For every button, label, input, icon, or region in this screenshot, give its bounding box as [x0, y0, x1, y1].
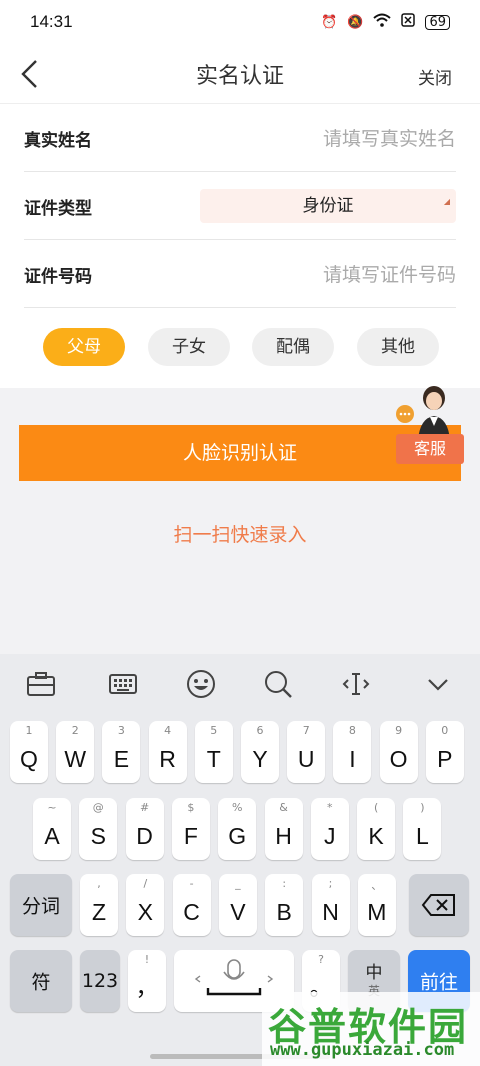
key-h[interactable]: & H [264, 798, 303, 860]
wifi-icon [373, 13, 392, 31]
name-label: 真实姓名 [24, 131, 92, 151]
relation-chips: 父母 子女 配偶 其他 [0, 328, 480, 376]
key-fenci[interactable]: 分词 [10, 874, 72, 936]
status-bar: 14:31 ⏰ 🔕 69 [0, 0, 480, 44]
number-row: 证件号码 请填写证件号码 [24, 240, 456, 308]
key-a[interactable]: ~ A [33, 798, 71, 860]
key-comma[interactable]: ! ， [128, 950, 166, 1012]
chip-children[interactable]: 子女 [148, 328, 230, 366]
key-f[interactable]: $ F [171, 798, 210, 860]
key-c[interactable]: -C [172, 874, 211, 936]
watermark: 谷普软件园 www.gupuxiazai.com [262, 992, 480, 1066]
keyboard-layout-icon[interactable] [107, 668, 139, 700]
search-icon[interactable] [262, 668, 294, 700]
key-s[interactable]: @ S [79, 798, 118, 860]
key-x[interactable]: / X [126, 874, 165, 936]
id-type-value: 身份证 [302, 196, 354, 216]
chip-other[interactable]: 其他 [357, 328, 439, 366]
face-recognition-button[interactable]: 人脸识别认证 [19, 425, 461, 481]
key-o[interactable]: 9O [379, 721, 418, 783]
scan-quick-entry-link[interactable]: 扫一扫快速录入 [0, 520, 480, 547]
key-l[interactable]: ) L [403, 798, 442, 860]
key-k[interactable]: (K [357, 798, 396, 860]
service-label: 客服 [396, 434, 464, 464]
key-y[interactable]: 6Y [241, 721, 279, 783]
customer-service-button[interactable]: 客服 [396, 384, 466, 466]
key-symbols[interactable]: 符 [10, 950, 72, 1012]
key-b[interactable]: :B [265, 874, 304, 936]
agent-avatar-icon [396, 386, 450, 440]
id-type-select[interactable]: 身份证 ◢ [200, 189, 456, 223]
chip-parents[interactable]: 父母 [43, 328, 125, 366]
key-m[interactable]: 、 M [357, 874, 396, 936]
watermark-url: www.gupuxiazai.com [270, 1040, 455, 1060]
key-e[interactable]: 3E [102, 721, 141, 783]
keyboard-toolbar [0, 654, 480, 716]
identity-form: 真实姓名 请填写真实姓名 证件类型 身份证 ◢ 证件号码 请填写证件号码 父母 … [0, 104, 480, 388]
close-button[interactable]: 关闭 [418, 64, 452, 89]
type-label: 证件类型 [24, 199, 92, 219]
key-numbers[interactable]: 123 [80, 950, 120, 1012]
key-z[interactable]: ,Z [80, 874, 118, 936]
key-d[interactable]: # D [125, 798, 164, 860]
key-t[interactable]: 5T [194, 721, 233, 783]
battery-icon: 69 [425, 14, 450, 30]
status-icons: ⏰ 🔕 69 [321, 13, 450, 31]
name-input[interactable]: 请填写真实姓名 [323, 124, 456, 151]
mute-icon: 🔕 [347, 14, 364, 30]
key-g[interactable]: % G [218, 798, 257, 860]
key-u[interactable]: 7U [287, 721, 326, 783]
toolbox-icon[interactable] [25, 668, 57, 700]
chip-spouse[interactable]: 配偶 [252, 328, 334, 366]
key-backspace[interactable] [409, 874, 469, 936]
nav-bar: 实名认证 关闭 [0, 44, 480, 104]
page-title: 实名认证 [195, 64, 284, 89]
key-n[interactable]: ; N [311, 874, 350, 936]
emoji-icon[interactable] [185, 668, 217, 700]
id-number-input[interactable]: 请填写证件号码 [323, 260, 456, 287]
key-q[interactable]: 1Q [10, 721, 48, 783]
key-v[interactable]: _ V [218, 874, 257, 936]
sim-icon [401, 13, 416, 31]
number-label: 证件号码 [24, 267, 92, 287]
name-row: 真实姓名 请填写真实姓名 [24, 104, 456, 172]
key-j[interactable]: * J [310, 798, 349, 860]
key-i[interactable]: 8I [333, 721, 372, 783]
dropdown-corner-icon: ◢ [443, 197, 450, 206]
key-w[interactable]: 2W [56, 721, 95, 783]
key-r[interactable]: 4R [148, 721, 187, 783]
backspace-icon [421, 894, 455, 916]
key-p[interactable]: 0P [425, 721, 464, 783]
cursor-move-icon[interactable] [340, 668, 372, 700]
type-row: 证件类型 身份证 ◢ [24, 172, 456, 240]
alarm-icon: ⏰ [321, 14, 338, 30]
collapse-keyboard-icon[interactable] [422, 668, 454, 700]
status-time: 14:31 [30, 12, 73, 31]
